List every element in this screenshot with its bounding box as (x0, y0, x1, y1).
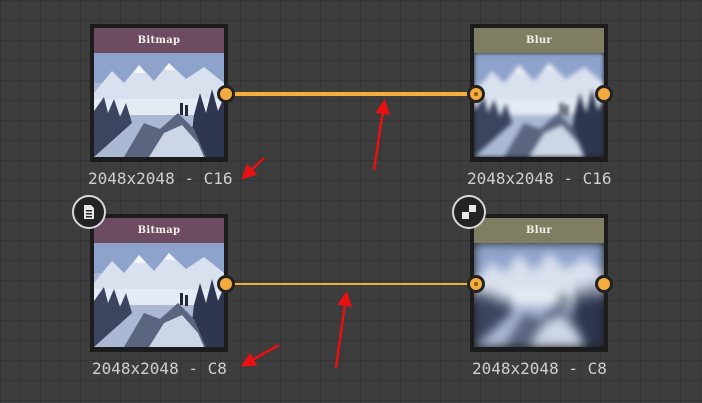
output-port[interactable] (595, 275, 613, 293)
resolution-label: 2048x2048 - C8 (472, 359, 607, 378)
output-port[interactable] (217, 275, 235, 293)
output-port[interactable] (595, 85, 613, 103)
node-thumbnail (94, 53, 224, 157)
bitmap-node-bottom[interactable]: Bitmap (90, 214, 228, 352)
input-port[interactable] (467, 85, 485, 103)
node-title: Bitmap (94, 28, 224, 53)
checker-icon[interactable] (452, 195, 486, 229)
node-graph-canvas[interactable]: Bitmap 2048x2048 - C16 Blur 2048x2048 - … (0, 0, 702, 403)
output-port[interactable] (217, 85, 235, 103)
node-thumbnail (94, 243, 224, 347)
resolution-label: 2048x2048 - C16 (467, 169, 612, 188)
node-title: Blur (474, 218, 604, 243)
node-title: Bitmap (94, 218, 224, 243)
document-icon[interactable] (72, 195, 106, 229)
input-port[interactable] (467, 275, 485, 293)
blur-node-top[interactable]: Blur (470, 24, 608, 162)
node-thumbnail (474, 243, 604, 347)
resolution-label: 2048x2048 - C8 (92, 359, 227, 378)
node-thumbnail (474, 53, 604, 157)
resolution-label: 2048x2048 - C16 (88, 169, 233, 188)
blur-node-bottom[interactable]: Blur (470, 214, 608, 352)
bitmap-node-top[interactable]: Bitmap (90, 24, 228, 162)
node-title: Blur (474, 28, 604, 53)
